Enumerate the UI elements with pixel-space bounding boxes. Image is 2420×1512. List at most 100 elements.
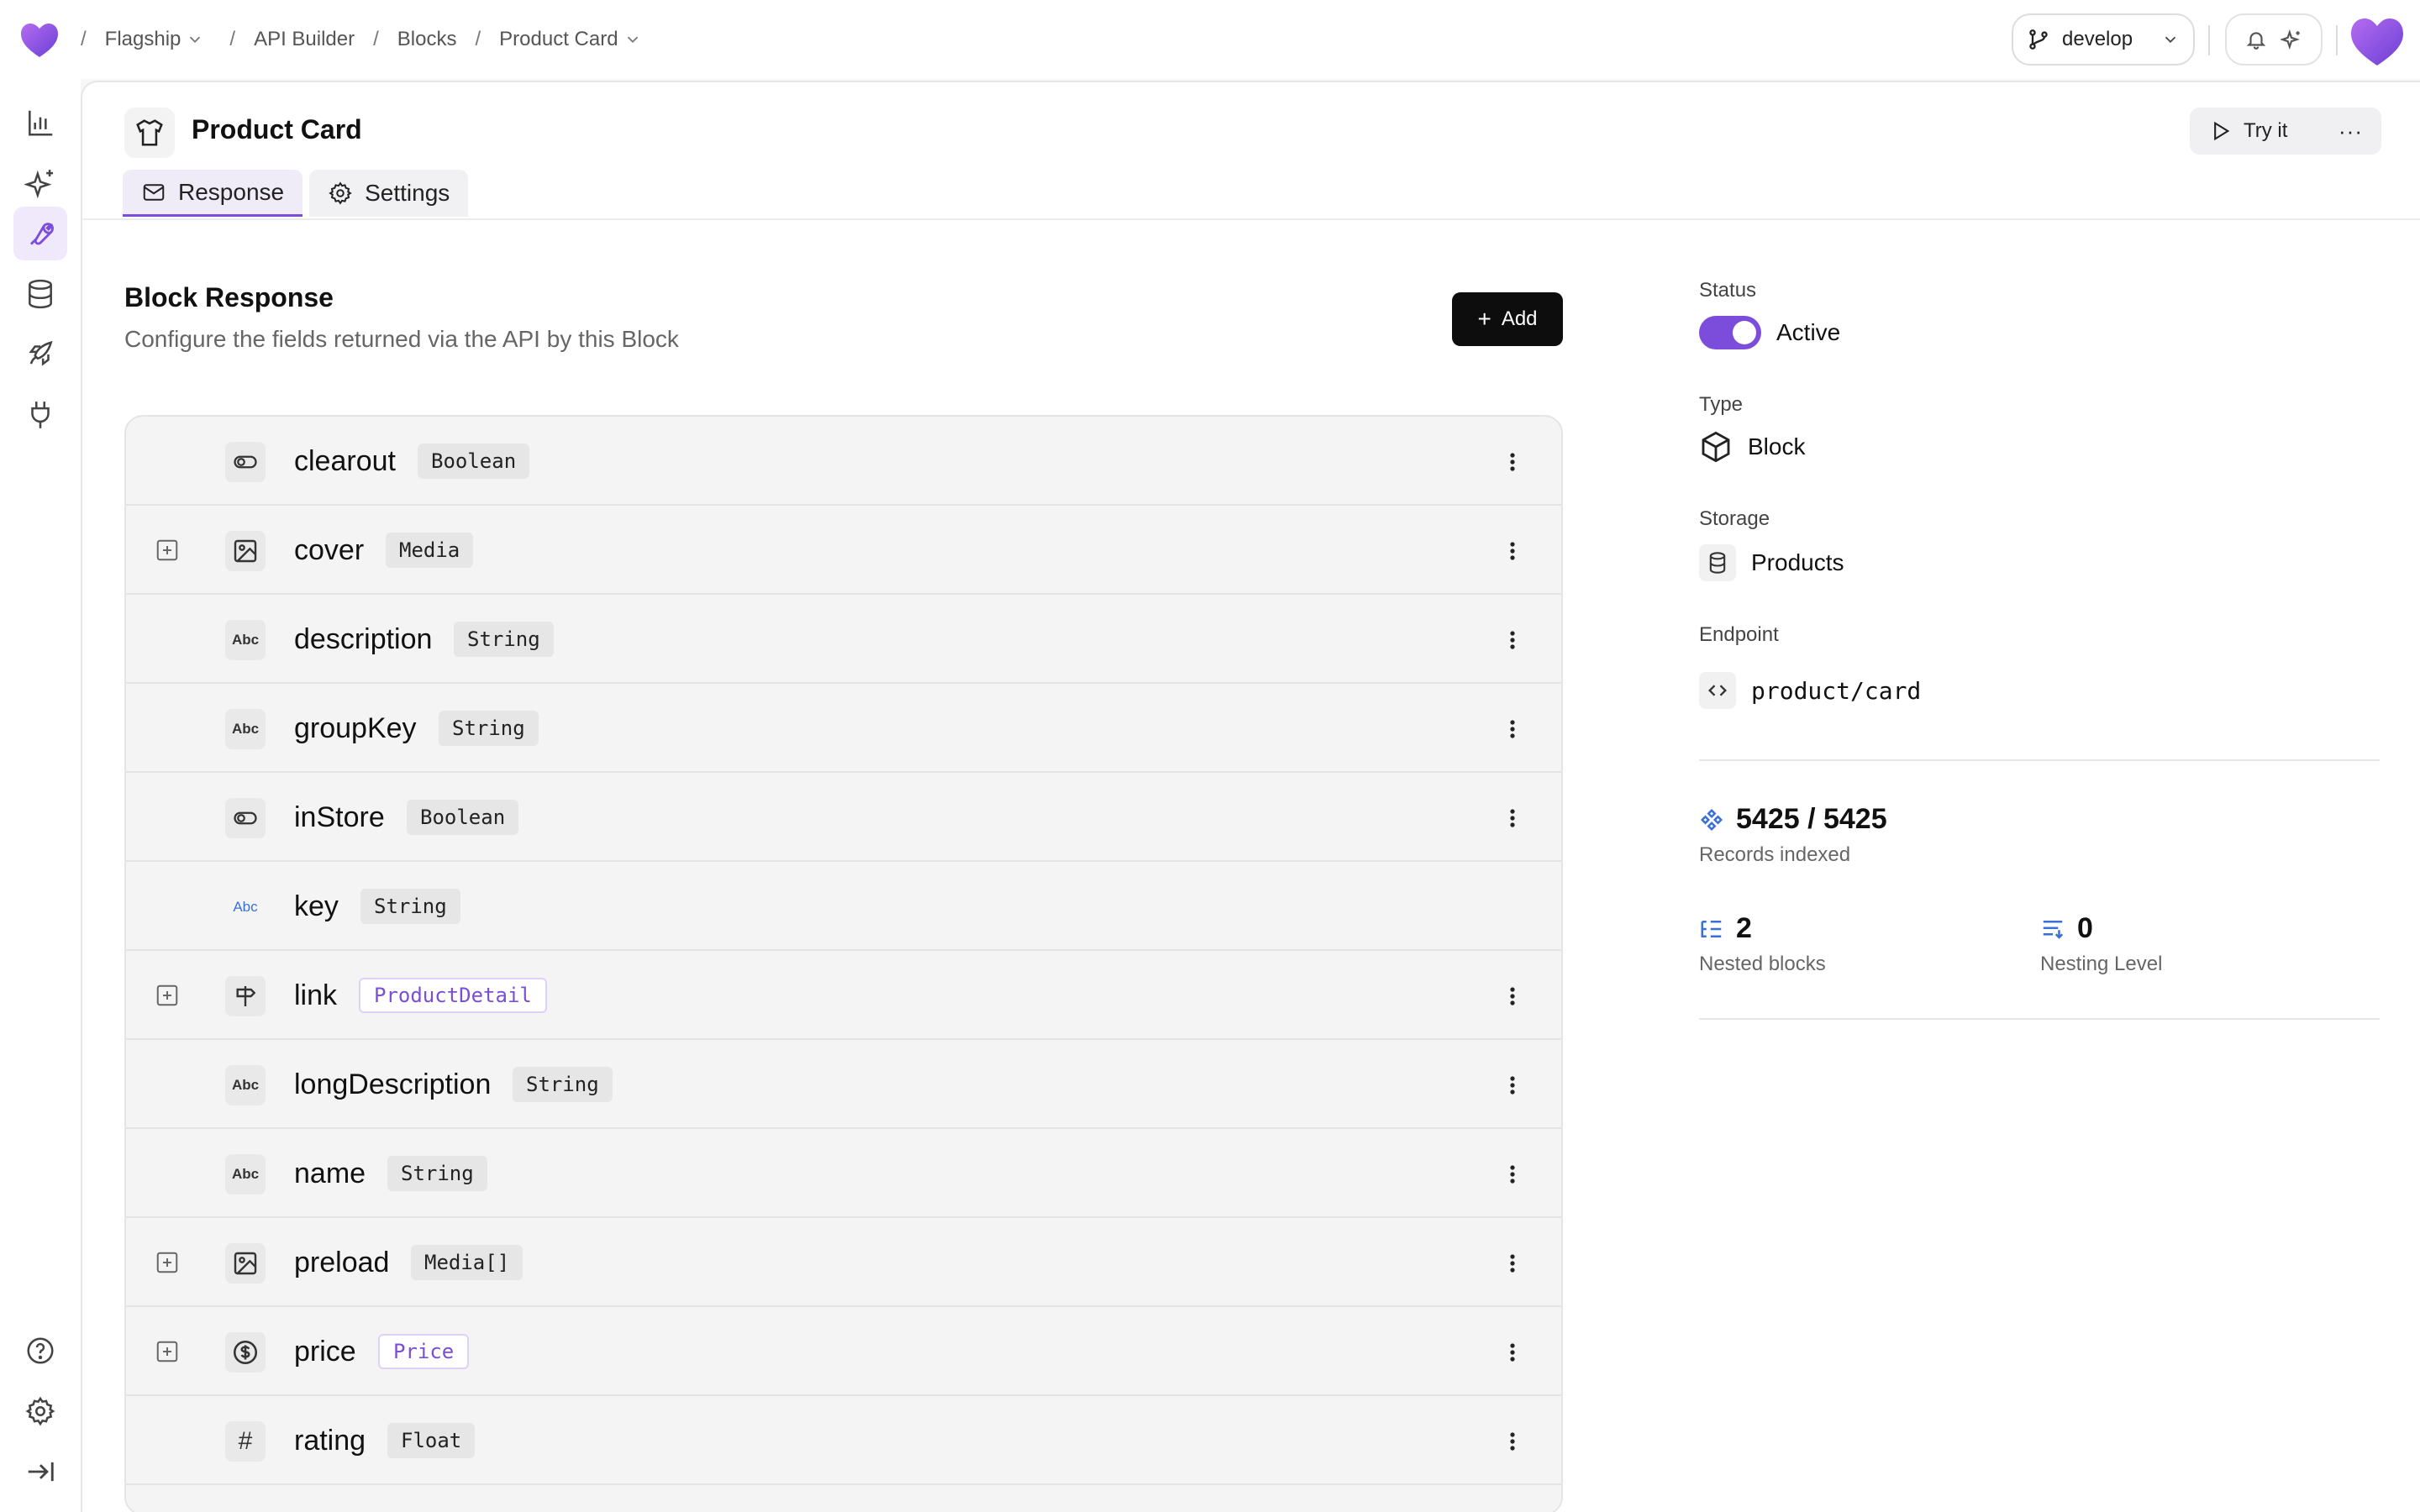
dollar-icon — [225, 1332, 266, 1373]
kebab-menu-icon[interactable] — [1504, 1336, 1521, 1369]
field-name[interactable]: inStore — [294, 801, 385, 834]
tab-settings-label: Settings — [365, 180, 450, 206]
field-type-badge[interactable]: ProductDetail — [359, 978, 547, 1013]
kebab-menu-icon[interactable] — [1504, 1158, 1521, 1191]
kebab-menu-icon[interactable] — [1504, 1247, 1521, 1280]
gear-icon — [329, 181, 352, 205]
toggle-icon — [225, 798, 266, 838]
kebab-menu-icon[interactable] — [1504, 1068, 1521, 1102]
app-logo-icon[interactable] — [18, 18, 60, 60]
kebab-menu-icon[interactable] — [1504, 979, 1521, 1013]
field-row-preload[interactable]: preload Media[] — [126, 1218, 1561, 1307]
sidebar-item-analytics[interactable] — [13, 96, 67, 150]
status-value: Active — [1699, 316, 1840, 349]
field-name[interactable]: description — [294, 623, 432, 656]
field-name[interactable]: clearout — [294, 445, 396, 478]
field-row-key[interactable]: Abc key String — [126, 862, 1561, 951]
endpoint-value[interactable]: product/card — [1699, 672, 1921, 709]
divider — [1699, 759, 2380, 761]
field-row-price[interactable]: price Price — [126, 1307, 1561, 1396]
nested-blocks-stat: 2 — [1699, 912, 1752, 945]
expand-icon[interactable] — [155, 538, 180, 563]
kebab-menu-icon[interactable] — [1504, 623, 1521, 657]
field-row-description[interactable]: Abc description String — [126, 595, 1561, 684]
field-row-groupKey[interactable]: Abc groupKey String — [126, 684, 1561, 773]
page-header: Product Card Try it ··· Response Setting… — [82, 82, 2420, 220]
sidebar-item-integrations[interactable] — [13, 388, 67, 442]
field-name[interactable]: groupKey — [294, 712, 417, 745]
sidebar-item-settings[interactable] — [13, 1384, 67, 1438]
breadcrumb-project[interactable]: Flagship — [105, 28, 205, 51]
status-toggle[interactable] — [1699, 316, 1761, 349]
block-icon — [124, 108, 175, 158]
nesting-level-value: 0 — [2077, 912, 2093, 944]
field-row-link[interactable]: link ProductDetail — [126, 951, 1561, 1040]
sidebar-collapse[interactable] — [13, 1445, 67, 1499]
kebab-menu-icon[interactable] — [1504, 801, 1521, 835]
breadcrumb-current-label: Product Card — [499, 28, 618, 50]
nested-blocks-value: 2 — [1736, 912, 1752, 944]
field-row-name[interactable]: Abc name String — [126, 1129, 1561, 1218]
field-row-inStore[interactable]: inStore Boolean — [126, 773, 1561, 862]
tab-response-label: Response — [178, 178, 285, 205]
field-name[interactable]: price — [294, 1336, 356, 1368]
storage-value[interactable]: Products — [1699, 544, 1844, 581]
index-icon — [1700, 808, 1723, 831]
field-name[interactable]: cover — [294, 534, 364, 567]
field-name[interactable]: longDescription — [294, 1068, 491, 1101]
rocket-icon — [29, 340, 53, 366]
divider — [2336, 25, 2338, 55]
tab-response[interactable]: Response — [123, 170, 303, 217]
status-text: Active — [1776, 319, 1841, 345]
bell-icon[interactable] — [2245, 29, 2267, 50]
field-row-longDescription[interactable]: Abc longDescription String — [126, 1040, 1561, 1129]
expand-icon[interactable] — [155, 983, 180, 1008]
text-icon: Abc — [225, 709, 266, 749]
page-title: Product Card — [192, 114, 362, 144]
field-type-badge: Boolean — [418, 444, 530, 479]
sidebar-item-api-builder[interactable] — [13, 207, 67, 260]
branch-selector[interactable]: develop — [2012, 13, 2195, 66]
list-tree-icon — [1701, 920, 1722, 937]
tab-settings[interactable]: Settings — [309, 170, 469, 217]
field-type-badge: String — [387, 1156, 487, 1191]
envelope-icon — [143, 183, 165, 201]
sidebar-item-deploy[interactable] — [13, 328, 67, 381]
expand-icon[interactable] — [155, 1339, 180, 1364]
shirt-icon — [136, 119, 163, 146]
header-actions — [2225, 13, 2323, 66]
sidebar-item-storage[interactable] — [13, 267, 67, 321]
field-name[interactable]: key — [294, 890, 339, 923]
sidebar-item-ai[interactable] — [13, 156, 67, 210]
expand-icon[interactable] — [155, 1250, 180, 1275]
type-label: Type — [1699, 393, 1744, 416]
chevron-down-icon — [627, 36, 638, 44]
toggle-icon — [225, 442, 266, 482]
field-row-rating[interactable]: # rating Float — [126, 1396, 1561, 1485]
sparkles-icon[interactable] — [2281, 29, 2302, 50]
field-name[interactable]: name — [294, 1158, 366, 1190]
endpoint-label: Endpoint — [1699, 623, 1779, 646]
field-name[interactable]: preload — [294, 1247, 389, 1279]
kebab-menu-icon[interactable] — [1504, 1425, 1521, 1458]
kebab-menu-icon[interactable] — [1504, 534, 1521, 568]
add-field-button[interactable]: + Add — [1452, 292, 1563, 346]
text-icon: Abc — [225, 1154, 266, 1194]
endpoint-text: product/card — [1751, 676, 1922, 705]
field-row-cover[interactable]: cover Media — [126, 506, 1561, 595]
breadcrumb-api-builder[interactable]: API Builder — [254, 28, 355, 51]
field-row-clearout[interactable]: clearout Boolean — [126, 417, 1561, 506]
more-options-button[interactable]: ··· — [2338, 118, 2363, 144]
field-name[interactable]: link — [294, 979, 337, 1012]
sidebar-item-help[interactable] — [13, 1324, 67, 1378]
breadcrumb-blocks[interactable]: Blocks — [397, 28, 457, 51]
plug-icon — [31, 402, 50, 428]
field-type-badge[interactable]: Price — [378, 1334, 470, 1369]
avatar[interactable] — [2348, 13, 2407, 69]
kebab-menu-icon[interactable] — [1504, 445, 1521, 479]
breadcrumb-current[interactable]: Product Card — [499, 28, 641, 51]
text-icon: Abc — [225, 620, 266, 660]
field-name[interactable]: rating — [294, 1425, 366, 1457]
try-it-button[interactable]: Try it ··· — [2190, 108, 2381, 155]
kebab-menu-icon[interactable] — [1504, 712, 1521, 746]
